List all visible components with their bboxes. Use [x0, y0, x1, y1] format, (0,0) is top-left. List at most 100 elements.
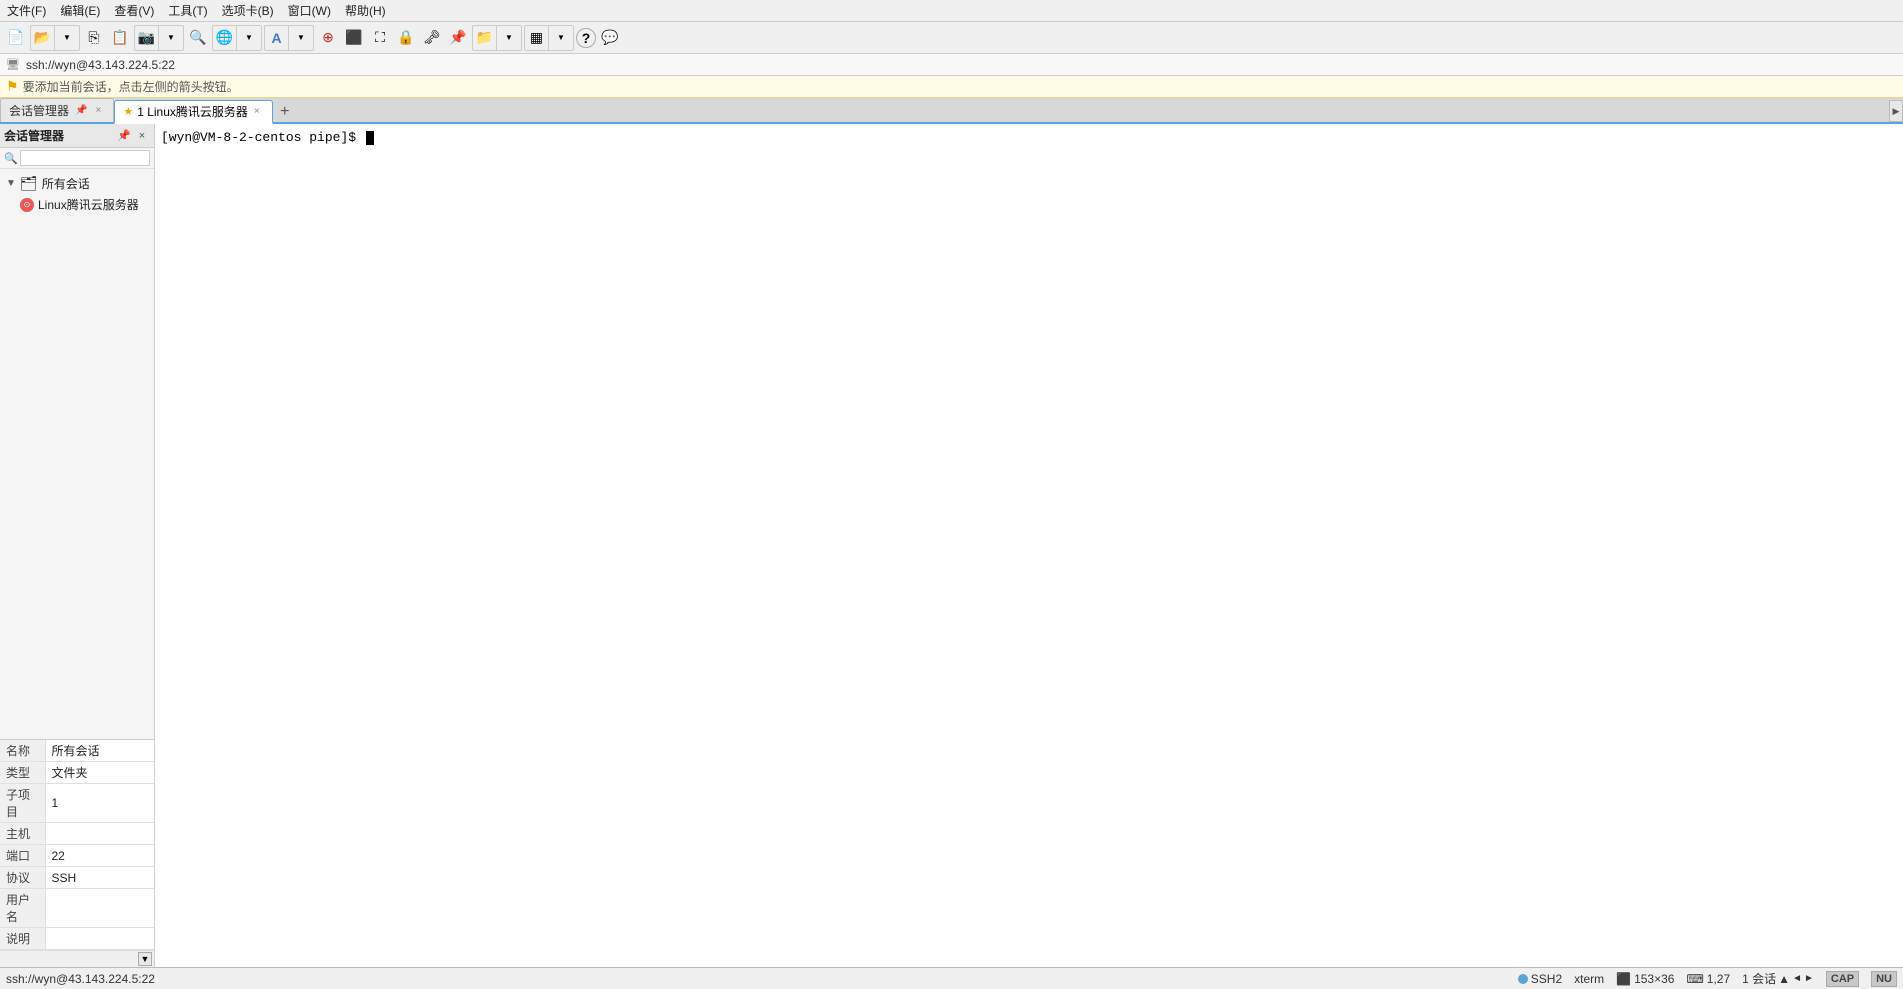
property-row: 主机 — [0, 823, 154, 845]
toolbar-panel-group: ▦ ▼ — [524, 25, 574, 51]
terminal-area[interactable]: [wyn@VM-8-2-centos pipe]$ — [155, 124, 1903, 967]
tab-linux-server[interactable]: ★ 1 Linux腾讯云服务器 × — [114, 100, 272, 124]
sessions-label: 1 会话 — [1742, 970, 1776, 987]
status-cursor: ⌨ 1,27 — [1686, 972, 1730, 986]
property-key: 端口 — [0, 845, 45, 867]
toolbar-folder-dropdown[interactable]: ▼ — [497, 26, 521, 50]
toolbar-capture-dropdown[interactable]: ▼ — [159, 26, 183, 50]
toolbar-bookmark-btn[interactable]: 📌 — [446, 26, 470, 50]
property-row: 说明 — [0, 928, 154, 950]
menu-tools[interactable]: 工具(T) — [165, 1, 210, 20]
tab-linux-server-star: ★ — [123, 105, 133, 118]
property-key: 用户名 — [0, 889, 45, 928]
toolbar-capture-btn[interactable]: 📷 — [135, 26, 159, 50]
property-key: 名称 — [0, 740, 45, 762]
nu-badge: NU — [1871, 971, 1897, 987]
toolbar-lock-btn[interactable]: 🔒 — [394, 26, 418, 50]
toolbar: 📄 📂 ▼ ⎘ 📋 📷 ▼ 🔍 🌐 ▼ A ▼ ⊕ ⬛ ⛶ 🔒 🗝 📌 📁 ▼ … — [0, 22, 1903, 54]
property-row: 名称所有会话 — [0, 740, 154, 762]
properties-table: 名称所有会话类型文件夹子项目1主机端口22协议SSH用户名说明 — [0, 740, 154, 950]
property-key: 主机 — [0, 823, 45, 845]
tab-session-manager-pin[interactable]: 📌 — [73, 105, 89, 116]
property-key: 子项目 — [0, 784, 45, 823]
size-icon: ⬛ — [1616, 972, 1631, 986]
sessions-left-arrow[interactable]: ◄ — [1792, 973, 1802, 984]
menu-tabs[interactable]: 选项卡(B) — [219, 1, 277, 20]
toolbar-font-dropdown[interactable]: ▼ — [289, 26, 313, 50]
tab-linux-server-close[interactable]: × — [252, 106, 262, 117]
toolbar-open-dropdown[interactable]: ▼ — [55, 26, 79, 50]
status-ssh: SSH2 — [1518, 972, 1562, 986]
toolbar-globe-btn[interactable]: 🌐 — [213, 26, 237, 50]
terminal-prompt: [wyn@VM-8-2-centos pipe]$ — [161, 130, 364, 145]
menu-help[interactable]: 帮助(H) — [342, 1, 389, 20]
sidebar-title: 会话管理器 — [4, 127, 64, 144]
infobar-icon: ⚑ — [6, 78, 19, 95]
toolbar-fullscreen-btn[interactable]: ⛶ — [368, 26, 392, 50]
sidebar-header-icons: 📌 × — [116, 128, 150, 144]
menu-edit[interactable]: 编辑(E) — [57, 1, 103, 20]
property-value — [45, 889, 154, 928]
toolbar-key-btn[interactable]: 🗝 — [420, 26, 444, 50]
property-value: 1 — [45, 784, 154, 823]
property-row: 类型文件夹 — [0, 762, 154, 784]
toolbar-new-btn[interactable]: 📄 — [4, 26, 28, 50]
toolbar-help-btn[interactable]: ? — [576, 28, 596, 48]
sidebar-close-icon[interactable]: × — [134, 128, 150, 144]
sidebar-pin-icon[interactable]: 📌 — [116, 128, 132, 144]
sessions-up-arrow[interactable]: ▲ — [1778, 972, 1790, 986]
property-value — [45, 823, 154, 845]
status-ssh-label: SSH2 — [1531, 972, 1562, 986]
statusbar-right: SSH2 xterm ⬛ 153×36 ⌨ 1,27 1 会话 ▲ ◄ ► CA… — [1518, 970, 1897, 987]
addressbar: 🖥 ssh://wyn@43.143.224.5:22 — [0, 54, 1903, 76]
property-row: 用户名 — [0, 889, 154, 928]
sidebar-search-icon: 🔍 — [4, 152, 18, 165]
menu-window[interactable]: 窗口(W) — [285, 1, 334, 20]
sidebar-header: 会话管理器 📌 × — [0, 124, 154, 148]
tree-child-label: Linux腾讯云服务器 — [38, 196, 139, 213]
menu-file[interactable]: 文件(F) — [4, 1, 49, 20]
tab-add-button[interactable]: + — [275, 102, 295, 122]
toolbar-copy-btn[interactable]: ⎘ — [82, 26, 106, 50]
toolbar-open-btn[interactable]: 📂 — [31, 26, 55, 50]
status-sessions: 1 会话 ▲ ◄ ► — [1742, 970, 1814, 987]
cursor-icon: ⌨ — [1686, 972, 1703, 986]
toolbar-globe-dropdown[interactable]: ▼ — [237, 26, 261, 50]
statusbar-connection: ssh://wyn@43.143.224.5:22 — [6, 972, 1508, 986]
tree-expand-arrow: ▼ — [6, 178, 16, 189]
menu-view[interactable]: 查看(V) — [111, 1, 157, 20]
toolbar-paste-btn[interactable]: 📋 — [108, 26, 132, 50]
property-value: 所有会话 — [45, 740, 154, 762]
tab-session-manager[interactable]: 会话管理器 📌 × — [0, 98, 114, 122]
cap-badge: CAP — [1826, 971, 1859, 987]
toolbar-font-btn[interactable]: A — [265, 26, 289, 50]
property-row: 协议SSH — [0, 867, 154, 889]
terminal-line: [wyn@VM-8-2-centos pipe]$ — [161, 130, 1897, 145]
status-cursor-pos: 1,27 — [1707, 972, 1730, 986]
prop-scroll-down-btn[interactable]: ▼ — [138, 952, 152, 966]
toolbar-search-btn[interactable]: 🔍 — [186, 26, 210, 50]
tree-item-label: 所有会话 — [42, 175, 90, 192]
tab-session-manager-close[interactable]: × — [93, 105, 103, 116]
menubar: 文件(F) 编辑(E) 查看(V) 工具(T) 选项卡(B) 窗口(W) 帮助(… — [0, 0, 1903, 22]
toolbar-folder-btn[interactable]: 📁 — [473, 26, 497, 50]
toolbar-action1-btn[interactable]: ⊕ — [316, 26, 340, 50]
property-key: 类型 — [0, 762, 45, 784]
properties-panel: 名称所有会话类型文件夹子项目1主机端口22协议SSH用户名说明 ▼ — [0, 739, 154, 967]
toolbar-folder-group: 📁 ▼ — [472, 25, 522, 51]
toolbar-open-group: 📂 ▼ — [30, 25, 80, 51]
property-value: SSH — [45, 867, 154, 889]
toolbar-panel-dropdown[interactable]: ▼ — [549, 26, 573, 50]
tree-child-linux-server[interactable]: ⊙ Linux腾讯云服务器 — [0, 194, 154, 215]
toolbar-chat-btn[interactable]: 💬 — [598, 26, 622, 50]
toolbar-globe-group: 🌐 ▼ — [212, 25, 262, 51]
property-value: 文件夹 — [45, 762, 154, 784]
sidebar-search-input[interactable] — [20, 150, 150, 166]
property-key: 协议 — [0, 867, 45, 889]
sessions-right-arrow[interactable]: ► — [1804, 973, 1814, 984]
infobar-text: 要添加当前会话，点击左侧的箭头按钮。 — [23, 78, 239, 95]
tabbar-scroll-btn[interactable]: ▶ — [1889, 100, 1903, 122]
toolbar-panel-btn[interactable]: ▦ — [525, 26, 549, 50]
tree-item-all-sessions[interactable]: ▼ 🗂 所有会话 — [0, 173, 154, 194]
toolbar-action2-btn[interactable]: ⬛ — [342, 26, 366, 50]
